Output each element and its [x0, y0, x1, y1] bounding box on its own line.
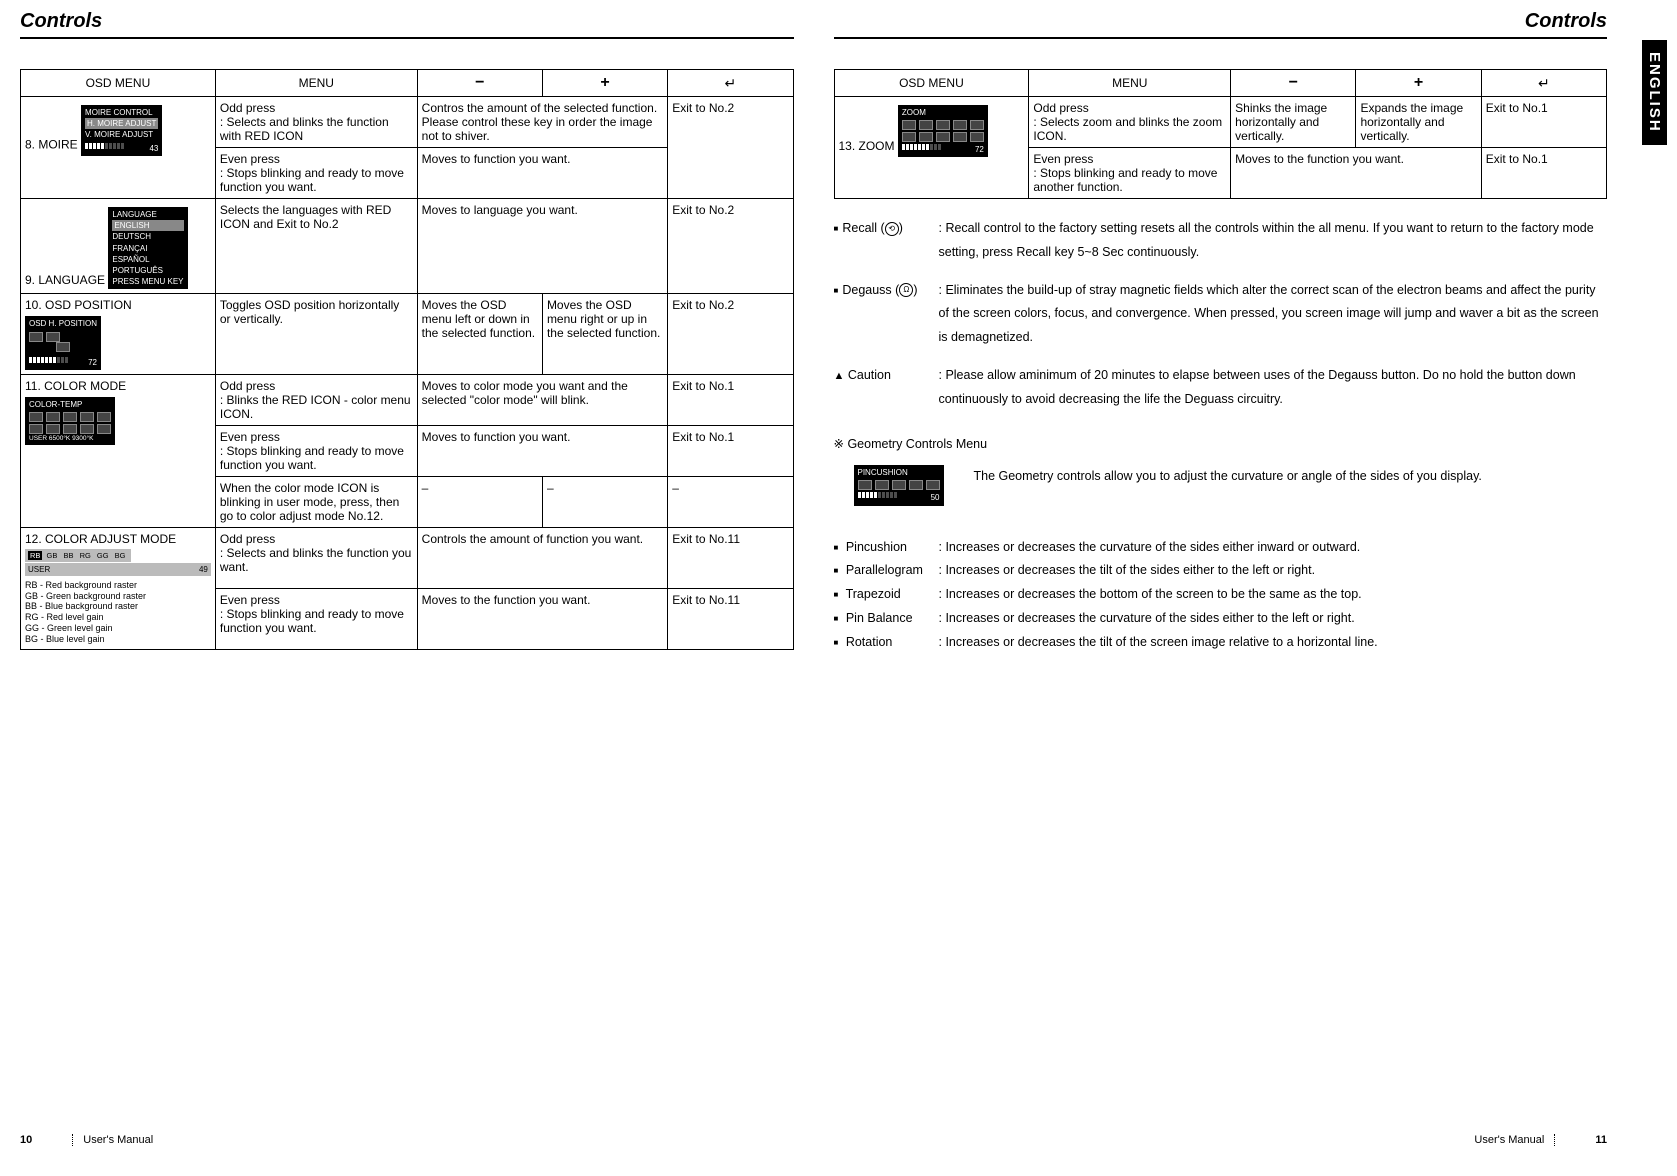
osdpos-menu: Toggles OSD position horizontally or ver…	[215, 294, 417, 375]
color-adjust-legend: RB - Red background raster GB - Green ba…	[25, 580, 211, 645]
footer-right: User's Manual11	[1474, 1134, 1607, 1146]
color-osd-image: COLOR-TEMP USER 6500°K 9300°K	[25, 397, 115, 445]
zoom-plus: Expands the image horizontally and verti…	[1356, 97, 1481, 148]
osd-cell-moire: 8. MOIRE MOIRE CONTROL H. MOIRE ADJUST V…	[21, 97, 216, 199]
coloradj-menu-even: Even press : Stops blinking and ready to…	[215, 588, 417, 649]
zoom-menu-odd: Odd press : Selects zoom and blinks the …	[1029, 97, 1231, 148]
zoom-minus: Shinks the image horizontally and vertic…	[1231, 97, 1356, 148]
zoom-menu-even: Even press : Stops blinking and ready to…	[1029, 148, 1231, 199]
table-row: 11. COLOR MODE COLOR-TEMP USER 6500°K 93…	[21, 374, 794, 425]
color-menu-even: Even press : Stops blinking and ready to…	[215, 425, 417, 476]
degauss-row: ■Degauss (Ω) : Eliminates the build-up o…	[834, 279, 1608, 350]
recall-icon: ⟲	[885, 222, 899, 236]
table-row: 13. ZOOM ZOOM 72 Odd press : Selects zoo…	[834, 97, 1607, 148]
degauss-icon: Ω	[899, 283, 913, 297]
recall-text: : Recall control to the factory setting …	[939, 217, 1608, 265]
color-menu-odd: Odd press : Blinks the RED ICON - color …	[215, 374, 417, 425]
color-adjust-bar: RB GB BB RG GG BG	[25, 549, 131, 562]
color-minusplus-odd: Moves to color mode you want and the sel…	[417, 374, 668, 425]
degauss-text: : Eliminates the build-up of stray magne…	[939, 279, 1608, 350]
lang-enter: Exit to No.2	[668, 199, 793, 294]
table-row: 9. LANGUAGE LANGUAGE ENGLISH DEUTSCH FRA…	[21, 199, 794, 294]
osd-cell-coloradj: 12. COLOR ADJUST MODE RB GB BB RG GG BG …	[21, 527, 216, 649]
header-enter: ↵	[1481, 70, 1606, 97]
caution-row: ▲ Caution : Please allow aminimum of 20 …	[834, 364, 1608, 412]
header-plus: +	[1356, 70, 1481, 97]
header-menu: MENU	[1029, 70, 1231, 97]
color-minus-user: –	[417, 476, 542, 527]
pincushion-osd-image: PINCUSHION 50	[854, 465, 944, 505]
language-tab: ENGLISH	[1642, 40, 1667, 145]
osdpos-plus: Moves the OSD menu right or up in the se…	[542, 294, 667, 375]
moire-menu-even: Even press : Stops blinking and ready to…	[215, 148, 417, 199]
lang-menu: Selects the languages with RED ICON and …	[215, 199, 417, 294]
header-osd: OSD MENU	[834, 70, 1029, 97]
geometry-list: ■ Pincushion: Increases or decreases the…	[834, 536, 1608, 655]
coloradj-minusplus-odd: Controls the amount of function you want…	[417, 527, 668, 588]
header-osd: OSD MENU	[21, 70, 216, 97]
footer-left: 10User's Manual	[20, 1134, 153, 1146]
header-minus: −	[1231, 70, 1356, 97]
osdpos-osd-image: OSD H. POSITION 72	[25, 316, 101, 370]
osd-table-right: OSD MENU MENU − + ↵ 13. ZOOM ZOOM 72 Odd…	[834, 69, 1608, 199]
coloradj-enter-odd: Exit to No.11	[668, 527, 793, 588]
osd-cell-zoom: 13. ZOOM ZOOM 72	[834, 97, 1029, 199]
zoom-minusplus-even: Moves to the function you want.	[1231, 148, 1482, 199]
osdpos-enter: Exit to No.2	[668, 294, 793, 375]
zoom-osd-image: ZOOM 72	[898, 105, 988, 157]
zoom-enter-odd: Exit to No.1	[1481, 97, 1606, 148]
page-title-right: Controls	[834, 10, 1608, 39]
table-header-row: OSD MENU MENU − + ↵	[21, 70, 794, 97]
moire-minusplus-even: Moves to function you want.	[417, 148, 668, 199]
header-minus: −	[417, 70, 542, 97]
lang-minusplus: Moves to language you want.	[417, 199, 668, 294]
color-minusplus-even: Moves to function you want.	[417, 425, 668, 476]
table-row: 10. OSD POSITION OSD H. POSITION 72 Togg…	[21, 294, 794, 375]
coloradj-minusplus-even: Moves to the function you want.	[417, 588, 668, 649]
osd-table-left: OSD MENU MENU − + ↵ 8. MOIRE MOIRE CONTR…	[20, 69, 794, 650]
osdpos-minus: Moves the OSD menu left or down in the s…	[417, 294, 542, 375]
recall-row: ■Recall (⟲) : Recall control to the fact…	[834, 217, 1608, 265]
color-menu-user: When the color mode ICON is blinking in …	[215, 476, 417, 527]
moire-menu-odd: Odd press : Selects and blinks the funct…	[215, 97, 417, 148]
page-title-left: Controls	[20, 10, 794, 39]
geometry-title: ※ Geometry Controls Menu	[834, 436, 1608, 451]
table-row: 12. COLOR ADJUST MODE RB GB BB RG GG BG …	[21, 527, 794, 588]
coloradj-menu-odd: Odd press : Selects and blinks the funct…	[215, 527, 417, 588]
caution-text: : Please allow aminimum of 20 minutes to…	[939, 364, 1608, 412]
osd-cell-osdpos: 10. OSD POSITION OSD H. POSITION 72	[21, 294, 216, 375]
header-plus: +	[542, 70, 667, 97]
header-enter: ↵	[668, 70, 793, 97]
zoom-enter-even: Exit to No.1	[1481, 148, 1606, 199]
moire-enter: Exit to No.2	[668, 97, 793, 199]
color-enter-user: –	[668, 476, 793, 527]
moire-minusplus-odd: Contros the amount of the selected funct…	[417, 97, 668, 148]
osd-cell-color: 11. COLOR MODE COLOR-TEMP USER 6500°K 93…	[21, 374, 216, 527]
geometry-description: The Geometry controls allow you to adjus…	[974, 461, 1608, 488]
moire-osd-image: MOIRE CONTROL H. MOIRE ADJUST V. MOIRE A…	[81, 105, 162, 156]
language-osd-image: LANGUAGE ENGLISH DEUTSCH FRANÇAI ESPAÑOL…	[108, 207, 187, 289]
color-enter-even: Exit to No.1	[668, 425, 793, 476]
color-enter-odd: Exit to No.1	[668, 374, 793, 425]
table-header-row: OSD MENU MENU − + ↵	[834, 70, 1607, 97]
color-plus-user: –	[542, 476, 667, 527]
header-menu: MENU	[215, 70, 417, 97]
osd-cell-lang: 9. LANGUAGE LANGUAGE ENGLISH DEUTSCH FRA…	[21, 199, 216, 294]
warning-icon: ▲	[834, 370, 845, 382]
table-row: 8. MOIRE MOIRE CONTROL H. MOIRE ADJUST V…	[21, 97, 794, 148]
coloradj-enter-even: Exit to No.11	[668, 588, 793, 649]
